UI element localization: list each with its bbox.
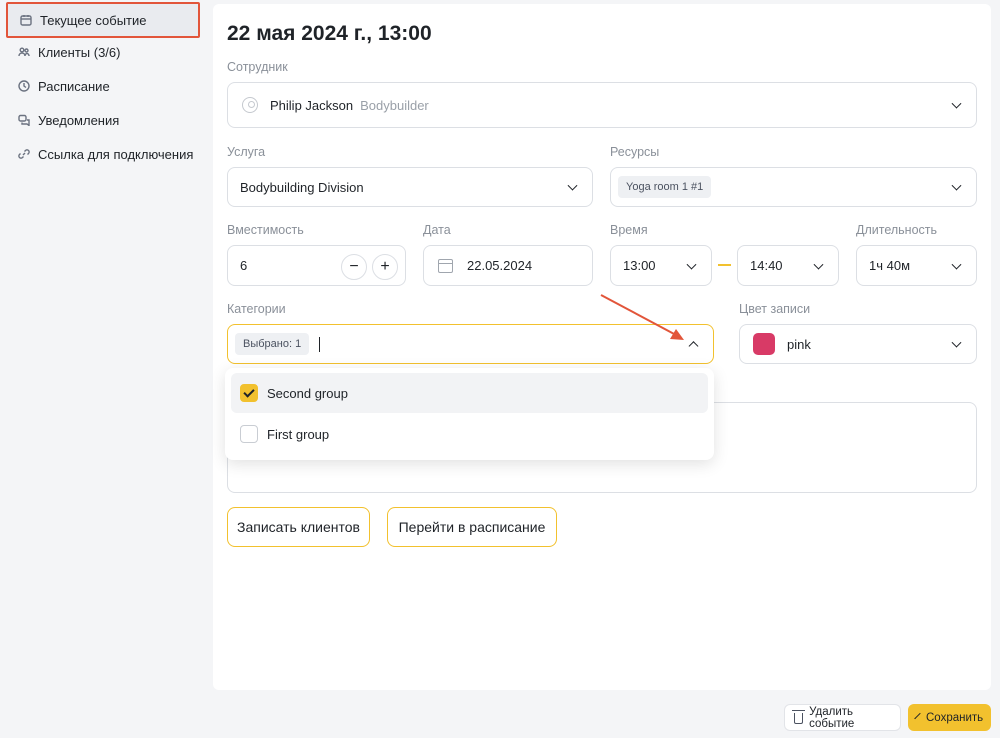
- chevron-down-icon: [567, 180, 578, 191]
- capacity-stepper[interactable]: 6 − +: [227, 245, 406, 286]
- sidebar-item-notifications[interactable]: Уведомления: [6, 103, 200, 137]
- calendar-icon: [438, 258, 453, 273]
- date-label: Дата: [423, 223, 451, 237]
- clock-icon: [18, 80, 30, 92]
- employee-role: Bodybuilder: [360, 97, 429, 113]
- sidebar-item-label: Уведомления: [38, 112, 120, 128]
- page-title: 22 мая 2024 г., 13:00: [227, 22, 432, 45]
- color-label: Цвет записи: [739, 302, 811, 316]
- go-to-schedule-button[interactable]: Перейти в расписание: [387, 507, 557, 547]
- duration-select[interactable]: 1ч 40м: [856, 245, 977, 286]
- sidebar-item-label: Клиенты (3/6): [38, 44, 121, 60]
- duration-value: 1ч 40м: [869, 258, 911, 273]
- sidebar-item-clients[interactable]: Клиенты (3/6): [6, 35, 200, 69]
- chevron-down-icon: [813, 259, 824, 270]
- end-time-value: 14:40: [750, 258, 783, 273]
- service-value: Bodybuilding Division: [240, 179, 364, 195]
- chevron-down-icon: [951, 259, 962, 270]
- event-form-card: 22 мая 2024 г., 13:00 Сотрудник Philip J…: [213, 4, 991, 690]
- color-swatch: [753, 333, 775, 355]
- resource-tag: Yoga room 1 #1: [618, 176, 712, 198]
- sidebar-item-connection-link[interactable]: Ссылка для подключения: [6, 137, 200, 171]
- start-time-value: 13:00: [623, 258, 656, 273]
- service-select[interactable]: Bodybuilding Division: [227, 167, 593, 207]
- option-label: First group: [267, 426, 330, 442]
- chevron-up-icon[interactable]: [688, 341, 699, 352]
- save-label: Сохранить: [926, 711, 984, 724]
- resources-label: Ресурсы: [610, 145, 660, 159]
- sidebar-item-current-event[interactable]: Текущее событие: [6, 2, 200, 38]
- color-value: pink: [787, 336, 811, 352]
- avatar-icon: [242, 97, 258, 113]
- enroll-clients-button[interactable]: Записать клиентов: [227, 507, 370, 547]
- chevron-down-icon: [686, 259, 697, 270]
- decrement-button[interactable]: −: [341, 254, 367, 280]
- resources-select[interactable]: Yoga room 1 #1: [610, 167, 977, 207]
- date-value: 22.05.2024: [467, 258, 533, 273]
- chevron-down-icon: [951, 180, 962, 191]
- delete-label: Удалить событие: [809, 705, 855, 730]
- categories-select[interactable]: Выбрано: 1: [227, 324, 714, 364]
- time-range-dash: [718, 264, 731, 266]
- sidebar-item-label: Ссылка для подключения: [38, 146, 194, 162]
- employee-label: Сотрудник: [227, 60, 288, 74]
- trash-icon: [791, 710, 806, 724]
- date-input[interactable]: 22.05.2024: [423, 245, 593, 286]
- chevron-down-icon: [951, 337, 962, 348]
- check-icon: [914, 712, 921, 720]
- selected-count-badge: Выбрано: 1: [235, 333, 310, 355]
- checkbox-unchecked[interactable]: [240, 425, 258, 443]
- text-caret: [319, 336, 321, 352]
- link-icon: [18, 148, 30, 160]
- calendar-icon: [20, 14, 32, 26]
- duration-label: Длительность: [856, 223, 938, 237]
- categories-label: Категории: [227, 302, 286, 316]
- time-label: Время: [610, 223, 648, 237]
- category-option-second-group[interactable]: Second group: [231, 373, 708, 413]
- service-label: Услуга: [227, 145, 266, 159]
- end-time-select[interactable]: 14:40: [737, 245, 839, 286]
- sidebar: Текущее событие Клиенты (3/6) Расписание…: [0, 0, 210, 738]
- sidebar-item-schedule[interactable]: Расписание: [6, 69, 200, 103]
- chevron-down-icon: [951, 98, 962, 109]
- employee-name: Philip Jackson: [270, 97, 354, 113]
- capacity-label: Вместимость: [227, 223, 304, 237]
- category-option-first-group[interactable]: First group: [231, 414, 708, 454]
- employee-select[interactable]: Philip Jackson Bodybuilder: [227, 82, 977, 128]
- increment-button[interactable]: +: [372, 254, 398, 280]
- chat-icon: [18, 114, 30, 126]
- delete-event-button[interactable]: Удалить событие: [784, 704, 901, 731]
- categories-dropdown: Second group First group: [225, 368, 714, 460]
- save-button[interactable]: Сохранить: [908, 704, 991, 731]
- start-time-select[interactable]: 13:00: [610, 245, 712, 286]
- option-label: Second group: [267, 385, 348, 401]
- checkbox-checked[interactable]: [240, 384, 258, 402]
- sidebar-item-label: Расписание: [38, 78, 110, 94]
- capacity-value: 6: [240, 258, 248, 273]
- color-select[interactable]: pink: [739, 324, 977, 364]
- users-icon: [18, 46, 30, 58]
- sidebar-item-label: Текущее событие: [40, 12, 147, 28]
